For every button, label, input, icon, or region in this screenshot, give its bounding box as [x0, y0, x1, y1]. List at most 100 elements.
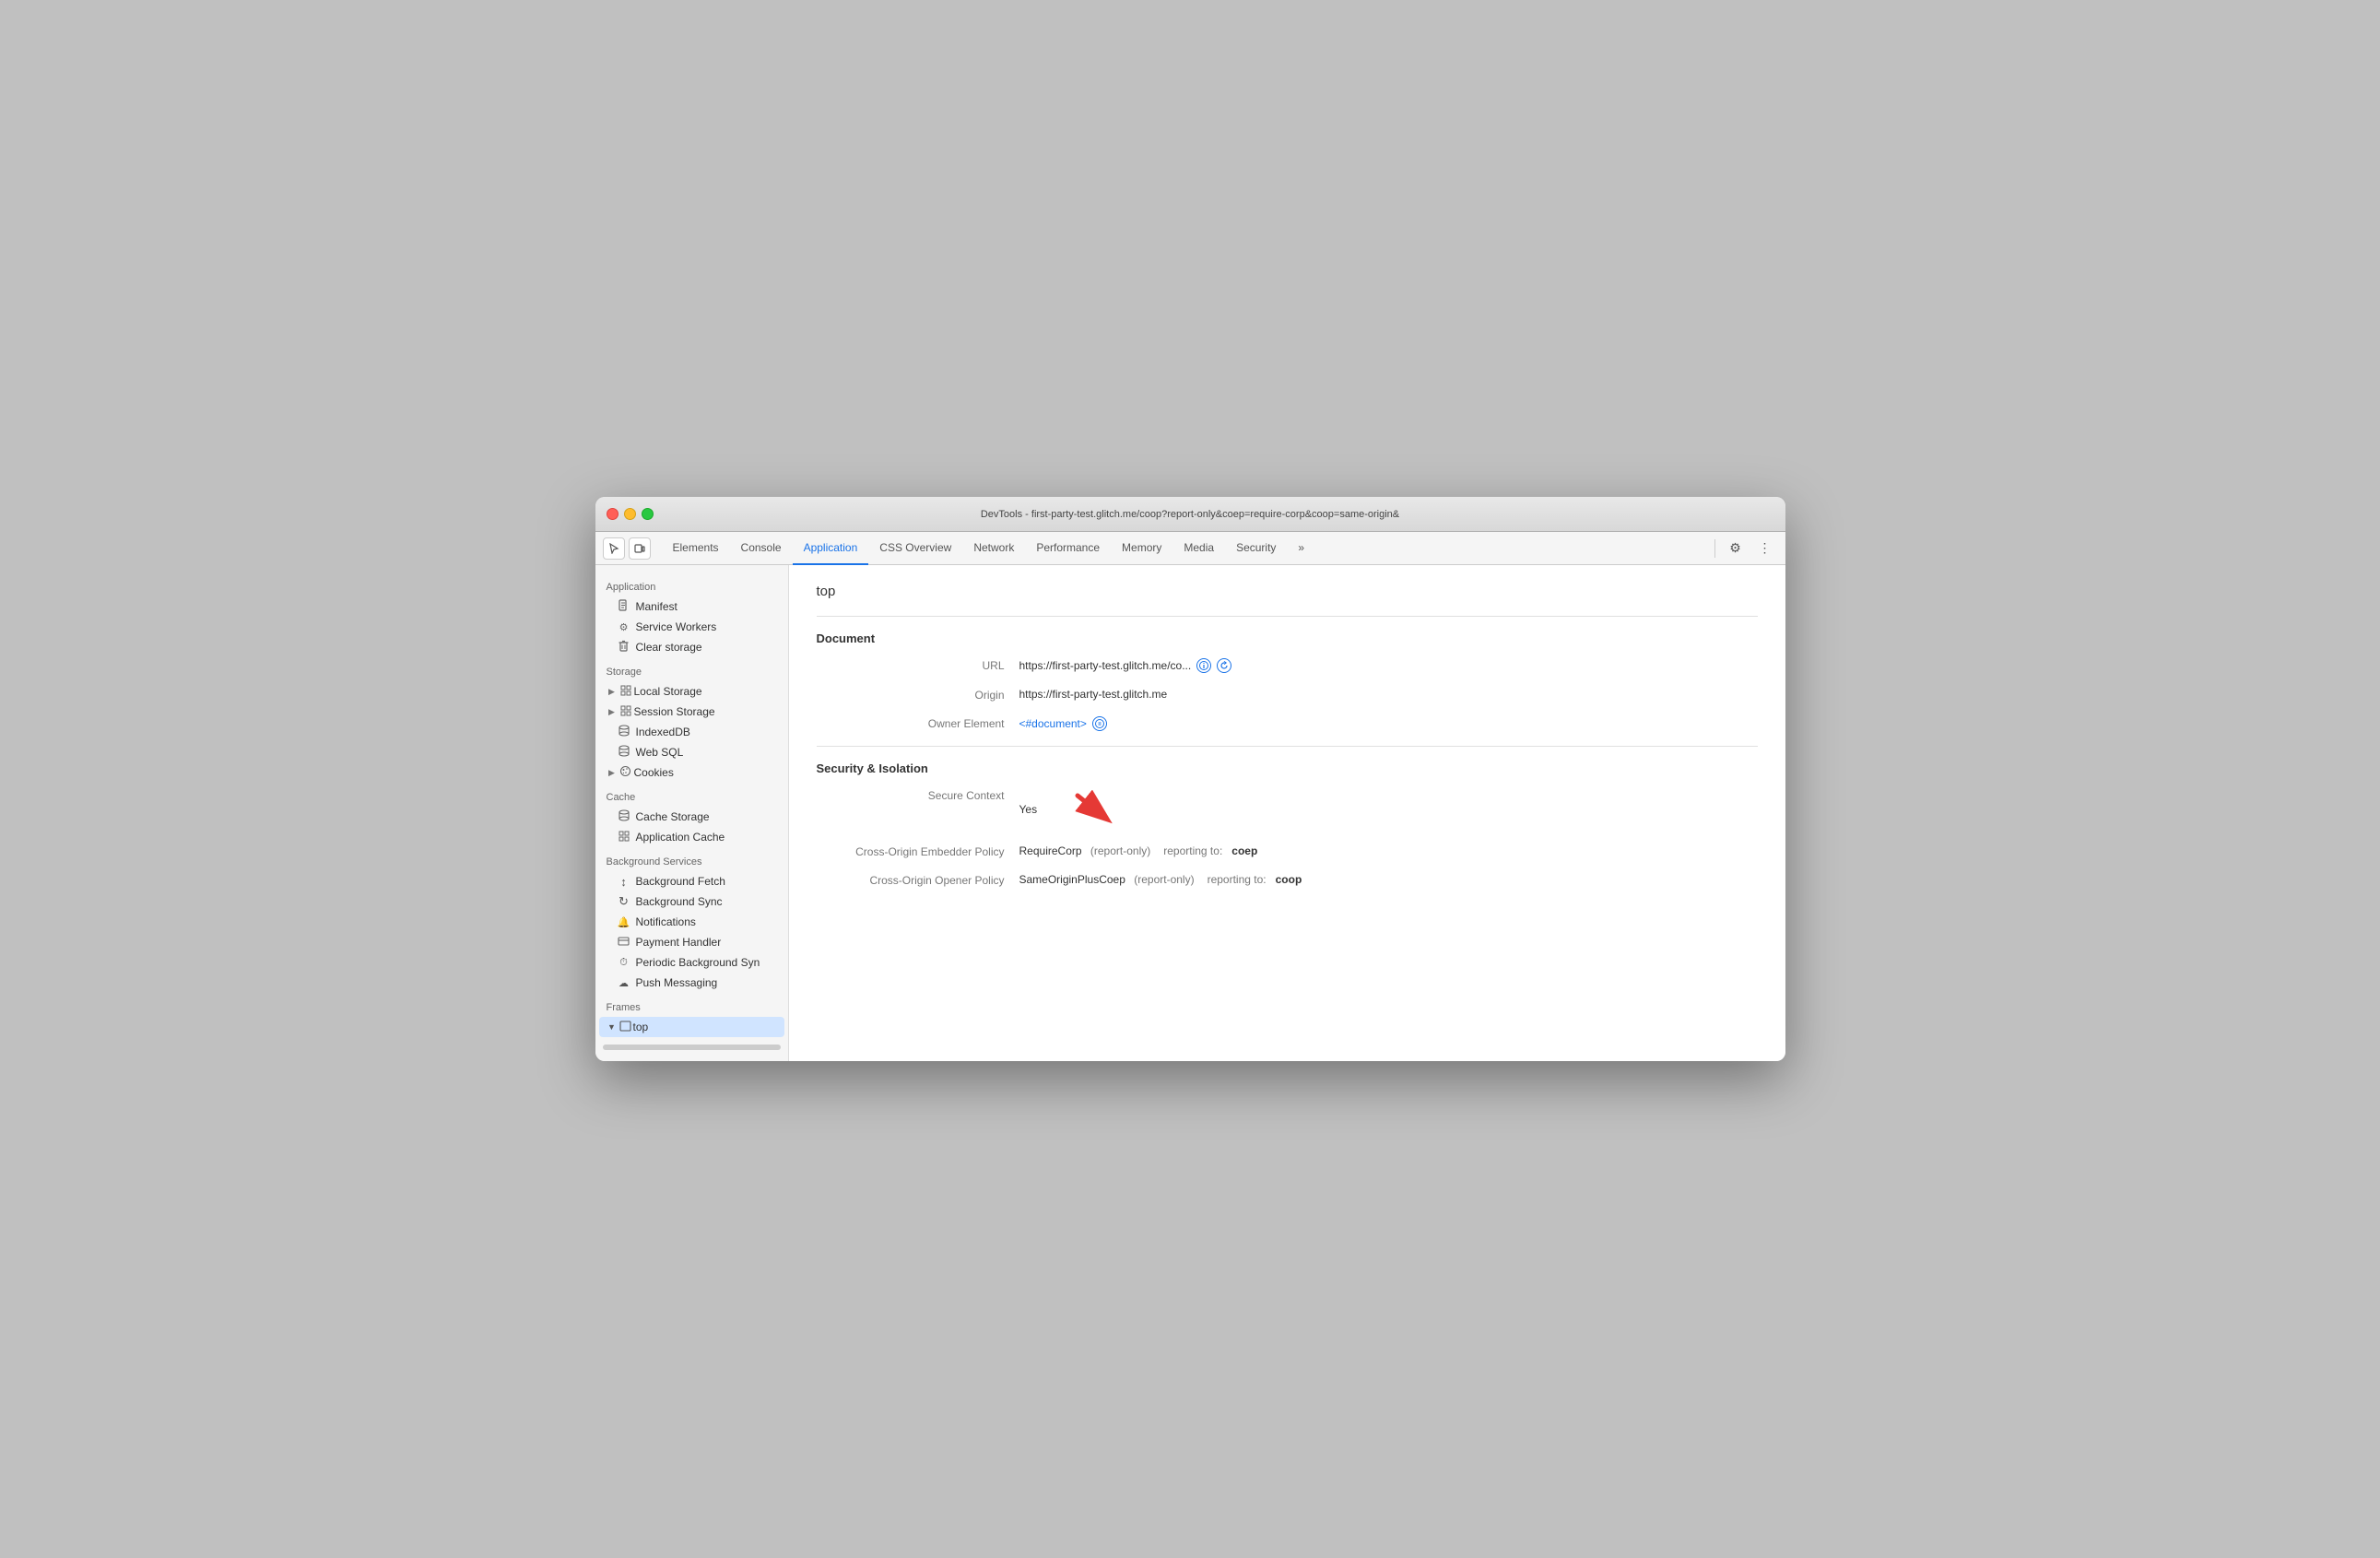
coep-value: RequireCorp — [1019, 844, 1082, 857]
sidebar-item-push-messaging[interactable]: ☁ Push Messaging — [599, 973, 784, 993]
value-coep: RequireCorp (report-only) reporting to: … — [1019, 844, 1258, 857]
db-icon — [618, 745, 630, 760]
sidebar-item-periodic-bg-sync[interactable]: ⏱ Periodic Background Syn — [599, 952, 784, 973]
tab-console[interactable]: Console — [730, 532, 793, 565]
sidebar-item-cookies[interactable]: ▶ Cookies — [599, 762, 784, 783]
sidebar-section-storage: Storage — [595, 657, 788, 681]
coop-reporting-value: coop — [1276, 873, 1302, 886]
cookies-label: Cookies — [634, 766, 674, 779]
minimize-button[interactable] — [624, 508, 636, 520]
cache-storage-label: Cache Storage — [636, 810, 710, 823]
frame-icon — [619, 1021, 631, 1034]
sidebar-section-frames: Frames — [595, 993, 788, 1017]
expand-arrow-icon: ▶ — [607, 707, 618, 717]
background-fetch-label: Background Fetch — [636, 875, 725, 888]
frames-top-label: top — [633, 1021, 649, 1033]
origin-text: https://first-party-test.glitch.me — [1019, 688, 1168, 701]
coop-reporting-label: reporting to: — [1208, 873, 1267, 886]
tabbar-right: ⚙ ⋮ — [1711, 536, 1778, 561]
row-coop: Cross-Origin Opener Policy SameOriginPlu… — [817, 873, 1758, 887]
sidebar-item-manifest[interactable]: Manifest — [599, 596, 784, 617]
application-cache-label: Application Cache — [636, 831, 725, 844]
expand-arrow-icon: ▶ — [607, 687, 618, 697]
maximize-button[interactable] — [642, 508, 654, 520]
tab-performance[interactable]: Performance — [1025, 532, 1111, 565]
indexeddb-label: IndexedDB — [636, 726, 690, 738]
sidebar-item-service-workers[interactable]: ⚙ Service Workers — [599, 617, 784, 637]
clear-storage-label: Clear storage — [636, 641, 702, 654]
push-messaging-label: Push Messaging — [636, 976, 718, 989]
traffic-lights — [607, 508, 654, 520]
more-options-button[interactable]: ⋮ — [1752, 536, 1778, 561]
sidebar-item-payment-handler[interactable]: Payment Handler — [599, 932, 784, 952]
local-storage-label: Local Storage — [634, 685, 702, 698]
info-icon-1[interactable] — [1196, 658, 1211, 673]
divider — [1714, 539, 1715, 558]
sidebar-item-frames-top[interactable]: ▼ top — [599, 1017, 784, 1037]
label-origin: Origin — [817, 688, 1019, 702]
coep-reporting-value: coep — [1231, 844, 1257, 857]
value-coop: SameOriginPlusCoep (report-only) reporti… — [1019, 873, 1302, 886]
sidebar: Application Manifest ⚙ Service Workers C… — [595, 565, 789, 1061]
red-arrow-annotation — [1070, 788, 1118, 830]
tab-network[interactable]: Network — [962, 532, 1025, 565]
payment-handler-label: Payment Handler — [636, 936, 722, 949]
sidebar-item-session-storage[interactable]: ▶ Session Storage — [599, 702, 784, 722]
value-owner-element: <#document> — [1019, 716, 1107, 731]
session-storage-label: Session Storage — [634, 705, 715, 718]
cloud-icon: ☁ — [618, 977, 630, 989]
web-sql-label: Web SQL — [636, 746, 684, 759]
devtools-window: DevTools - first-party-test.glitch.me/co… — [595, 497, 1785, 1061]
reload-icon[interactable] — [1217, 658, 1231, 673]
close-button[interactable] — [607, 508, 619, 520]
section-document-heading: Document — [817, 631, 1758, 645]
clock-icon: ⏱ — [618, 957, 630, 969]
settings-button[interactable]: ⚙ — [1723, 536, 1749, 561]
sidebar-item-background-sync[interactable]: ↻ Background Sync — [599, 891, 784, 912]
tab-elements[interactable]: Elements — [662, 532, 730, 565]
expand-arrow-down-icon: ▼ — [607, 1022, 618, 1032]
grid-icon — [619, 685, 632, 699]
section-security-heading: Security & Isolation — [817, 761, 1758, 775]
section-security: Security & Isolation Secure Context Yes — [817, 761, 1758, 887]
tab-more[interactable]: » — [1287, 532, 1315, 565]
grid-icon — [618, 831, 630, 844]
tab-security[interactable]: Security — [1225, 532, 1287, 565]
sidebar-scrollbar[interactable] — [603, 1045, 781, 1050]
db-icon — [618, 725, 630, 739]
device-icon[interactable] — [629, 537, 651, 560]
info-icon-2[interactable] — [1092, 716, 1107, 731]
row-url: URL https://first-party-test.glitch.me/c… — [817, 658, 1758, 673]
tab-media[interactable]: Media — [1172, 532, 1225, 565]
arrows-icon: ↕ — [618, 875, 630, 889]
coop-value: SameOriginPlusCoep — [1019, 873, 1125, 886]
sidebar-item-application-cache[interactable]: Application Cache — [599, 827, 784, 847]
url-text: https://first-party-test.glitch.me/co... — [1019, 659, 1192, 672]
secure-context-value: Yes — [1019, 803, 1038, 816]
coop-tag: (report-only) — [1131, 873, 1195, 886]
sidebar-section-bg-services: Background Services — [595, 847, 788, 871]
row-secure-context: Secure Context Yes — [817, 788, 1758, 830]
grid-icon — [619, 705, 632, 719]
sidebar-item-indexeddb[interactable]: IndexedDB — [599, 722, 784, 742]
coep-tag: (report-only) — [1088, 844, 1151, 857]
periodic-bg-sync-label: Periodic Background Syn — [636, 956, 760, 969]
cursor-icon[interactable] — [603, 537, 625, 560]
row-coep: Cross-Origin Embedder Policy RequireCorp… — [817, 844, 1758, 858]
owner-element-link[interactable]: <#document> — [1019, 717, 1087, 730]
sidebar-item-notifications[interactable]: 🔔 Notifications — [599, 912, 784, 932]
background-sync-label: Background Sync — [636, 895, 723, 908]
sidebar-item-background-fetch[interactable]: ↕ Background Fetch — [599, 871, 784, 891]
tab-css-overview[interactable]: CSS Overview — [868, 532, 962, 565]
sync-icon: ↻ — [618, 894, 630, 909]
tab-memory[interactable]: Memory — [1111, 532, 1172, 565]
sidebar-item-local-storage[interactable]: ▶ Local Storage — [599, 681, 784, 702]
sidebar-item-web-sql[interactable]: Web SQL — [599, 742, 784, 762]
card-icon — [618, 937, 630, 949]
divider-2 — [817, 746, 1758, 747]
manifest-label: Manifest — [636, 600, 677, 613]
sidebar-item-clear-storage[interactable]: Clear storage — [599, 637, 784, 657]
sidebar-item-cache-storage[interactable]: Cache Storage — [599, 807, 784, 827]
service-workers-label: Service Workers — [636, 620, 717, 633]
tab-application[interactable]: Application — [793, 532, 869, 565]
